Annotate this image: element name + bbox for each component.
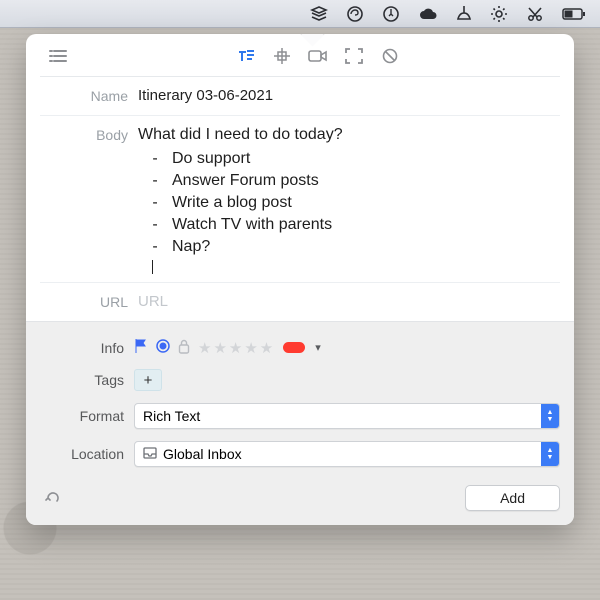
name-label: Name (44, 85, 138, 107)
annotate-icon[interactable] (382, 5, 400, 23)
url-row: URL URL (40, 282, 560, 321)
rating-stars[interactable]: ★★★★★ (198, 339, 275, 357)
block-icon[interactable] (376, 44, 404, 68)
format-select[interactable]: Rich Text ▲▼ (134, 403, 560, 429)
location-row: Location Global Inbox ▲▼ (40, 435, 560, 473)
popover-toolbar (26, 34, 574, 76)
cloud-icon[interactable] (418, 7, 438, 21)
fullscreen-icon[interactable] (340, 44, 368, 68)
layers-icon[interactable] (310, 6, 328, 22)
location-label: Location (40, 446, 134, 462)
info-row: Info ★★★★★ ▾ (40, 332, 560, 363)
body-list: -Do support -Answer Forum posts -Write a… (138, 148, 556, 258)
location-select[interactable]: Global Inbox ▲▼ (134, 441, 560, 467)
form-area: Name Itinerary 03-06-2021 Body What did … (26, 76, 574, 321)
color-label[interactable] (283, 342, 305, 353)
add-button[interactable]: Add (465, 485, 560, 511)
cleaner-icon[interactable] (456, 5, 472, 23)
inbox-icon (143, 446, 157, 462)
body-input[interactable]: What did I need to do today? -Do support… (138, 124, 556, 274)
battery-icon[interactable] (562, 7, 586, 21)
select-stepper-icon: ▲▼ (541, 404, 559, 428)
tags-label: Tags (40, 372, 134, 388)
tags-row: Tags + (40, 363, 560, 397)
format-value: Rich Text (143, 408, 541, 424)
text-mode-icon[interactable] (232, 44, 260, 68)
flag-icon[interactable] (134, 338, 148, 357)
status-dot-icon[interactable] (156, 339, 170, 356)
body-row: Body What did I need to do today? -Do su… (40, 115, 560, 282)
list-view-icon[interactable] (44, 44, 72, 68)
metadata-section: Info ★★★★★ ▾ Tags + Format Rich Text ▲▼ (26, 321, 574, 525)
lock-icon[interactable] (178, 339, 190, 357)
format-label: Format (40, 408, 134, 424)
chevron-down-icon[interactable]: ▾ (315, 341, 321, 354)
format-row: Format Rich Text ▲▼ (40, 397, 560, 435)
footer: Add (40, 485, 560, 511)
swirl-icon[interactable] (346, 5, 364, 23)
url-input[interactable]: URL (138, 291, 556, 313)
location-value: Global Inbox (163, 446, 541, 462)
refresh-icon[interactable] (40, 485, 66, 511)
add-tag-button[interactable]: + (134, 369, 162, 391)
scissors-icon[interactable] (526, 5, 544, 23)
body-question: What did I need to do today? (138, 124, 556, 146)
grid-snap-icon[interactable] (268, 44, 296, 68)
system-menubar (0, 0, 600, 28)
note-popover: Name Itinerary 03-06-2021 Body What did … (26, 34, 574, 525)
text-cursor (152, 260, 153, 274)
body-label: Body (44, 124, 138, 146)
info-label: Info (40, 340, 134, 356)
select-stepper-icon: ▲▼ (541, 442, 559, 466)
list-item: -Write a blog post (152, 192, 556, 214)
list-item: -Watch TV with parents (152, 214, 556, 236)
name-input[interactable]: Itinerary 03-06-2021 (138, 85, 556, 107)
video-icon[interactable] (304, 44, 332, 68)
url-label: URL (44, 291, 138, 313)
list-item: -Do support (152, 148, 556, 170)
list-item: -Answer Forum posts (152, 170, 556, 192)
list-item: -Nap? (152, 236, 556, 258)
gear-icon[interactable] (490, 5, 508, 23)
name-row: Name Itinerary 03-06-2021 (40, 76, 560, 115)
